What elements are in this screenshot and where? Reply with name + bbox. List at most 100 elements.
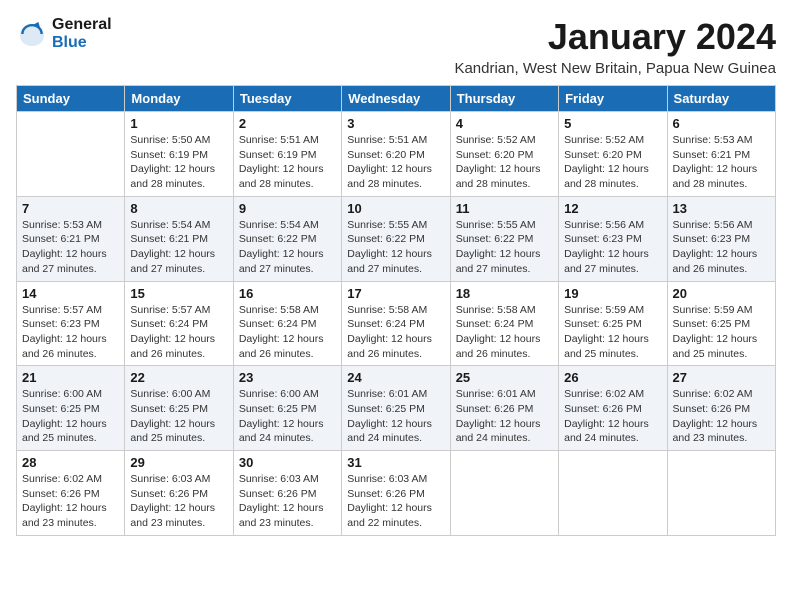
day-info: Sunrise: 5:56 AM Sunset: 6:23 PM Dayligh… — [673, 218, 770, 277]
day-info: Sunrise: 6:02 AM Sunset: 6:26 PM Dayligh… — [564, 387, 661, 446]
calendar-cell: 26 Sunrise: 6:02 AM Sunset: 6:26 PM Dayli… — [559, 366, 667, 451]
calendar-cell — [667, 451, 775, 536]
calendar-cell: 18Sunrise: 5:58 AM Sunset: 6:24 PM Dayli… — [450, 281, 558, 366]
day-number: 11 — [456, 201, 553, 216]
calendar-cell: 5 Sunrise: 5:52 AM Sunset: 6:20 PM Daylig… — [559, 112, 667, 197]
day-number: 20 — [673, 286, 770, 301]
calendar-cell: 4 Sunrise: 5:52 AM Sunset: 6:20 PM Daylig… — [450, 112, 558, 197]
day-number: 14 — [22, 286, 119, 301]
calendar-cell: 30 Sunrise: 6:03 AM Sunset: 6:26 PM Dayli… — [233, 451, 341, 536]
day-number: 1 — [130, 116, 227, 131]
day-info: Sunrise: 6:02 AM Sunset: 6:26 PM Dayligh… — [673, 387, 770, 446]
day-info: Sunrise: 5:50 AM Sunset: 6:19 PM Dayligh… — [130, 133, 227, 192]
day-number: 2 — [239, 116, 336, 131]
day-info: Sunrise: 5:59 AM Sunset: 6:25 PM Dayligh… — [673, 303, 770, 362]
logo-icon — [16, 18, 48, 50]
calendar-cell — [450, 451, 558, 536]
day-number: 15 — [130, 286, 227, 301]
day-info: Sunrise: 6:01 AM Sunset: 6:25 PM Dayligh… — [347, 387, 444, 446]
day-info: Sunrise: 5:58 AM Sunset: 6:24 PM Dayligh… — [347, 303, 444, 362]
calendar-cell — [559, 451, 667, 536]
calendar-cell: 24 Sunrise: 6:01 AM Sunset: 6:25 PM Dayli… — [342, 366, 450, 451]
day-info: Sunrise: 5:54 AM Sunset: 6:22 PM Dayligh… — [239, 218, 336, 277]
day-number: 31 — [347, 455, 444, 470]
day-number: 26 — [564, 370, 661, 385]
day-info: Sunrise: 5:51 AM Sunset: 6:20 PM Dayligh… — [347, 133, 444, 192]
day-number: 10 — [347, 201, 444, 216]
calendar-cell: 8 Sunrise: 5:54 AM Sunset: 6:21 PM Daylig… — [125, 196, 233, 281]
day-number: 19 — [564, 286, 661, 301]
calendar-week-row: 28Sunrise: 6:02 AM Sunset: 6:26 PM Dayli… — [17, 451, 776, 536]
day-number: 6 — [673, 116, 770, 131]
day-info: Sunrise: 5:52 AM Sunset: 6:20 PM Dayligh… — [564, 133, 661, 192]
day-number: 30 — [239, 455, 336, 470]
day-info: Sunrise: 5:52 AM Sunset: 6:20 PM Dayligh… — [456, 133, 553, 192]
day-info: Sunrise: 6:03 AM Sunset: 6:26 PM Dayligh… — [239, 472, 336, 531]
day-info: Sunrise: 6:02 AM Sunset: 6:26 PM Dayligh… — [22, 472, 119, 531]
calendar-cell: 25Sunrise: 6:01 AM Sunset: 6:26 PM Dayli… — [450, 366, 558, 451]
day-number: 13 — [673, 201, 770, 216]
calendar-cell: 14 Sunrise: 5:57 AM Sunset: 6:23 PM Dayli… — [17, 281, 125, 366]
calendar-cell: 17 Sunrise: 5:58 AM Sunset: 6:24 PM Dayli… — [342, 281, 450, 366]
day-info: Sunrise: 5:57 AM Sunset: 6:23 PM Dayligh… — [22, 303, 119, 362]
day-info: Sunrise: 5:54 AM Sunset: 6:21 PM Dayligh… — [130, 218, 227, 277]
calendar-cell: 1 Sunrise: 5:50 AM Sunset: 6:19 PM Daylig… — [125, 112, 233, 197]
day-header-monday: Monday — [125, 86, 233, 112]
day-number: 9 — [239, 201, 336, 216]
calendar-cell: 20 Sunrise: 5:59 AM Sunset: 6:25 PM Dayli… — [667, 281, 775, 366]
day-header-tuesday: Tuesday — [233, 86, 341, 112]
calendar-cell: 31 Sunrise: 6:03 AM Sunset: 6:26 PM Dayli… — [342, 451, 450, 536]
day-number: 27 — [673, 370, 770, 385]
calendar-week-row: 1 Sunrise: 5:50 AM Sunset: 6:19 PM Daylig… — [17, 112, 776, 197]
day-number: 3 — [347, 116, 444, 131]
logo-text: General Blue — [52, 16, 112, 52]
calendar-cell: 2 Sunrise: 5:51 AM Sunset: 6:19 PM Daylig… — [233, 112, 341, 197]
calendar-cell: 19 Sunrise: 5:59 AM Sunset: 6:25 PM Dayli… — [559, 281, 667, 366]
day-number: 17 — [347, 286, 444, 301]
day-header-wednesday: Wednesday — [342, 86, 450, 112]
calendar-cell: 22 Sunrise: 6:00 AM Sunset: 6:25 PM Dayli… — [125, 366, 233, 451]
day-info: Sunrise: 6:00 AM Sunset: 6:25 PM Dayligh… — [130, 387, 227, 446]
day-info: Sunrise: 6:03 AM Sunset: 6:26 PM Dayligh… — [347, 472, 444, 531]
day-header-sunday: Sunday — [17, 86, 125, 112]
calendar-cell: 6 Sunrise: 5:53 AM Sunset: 6:21 PM Daylig… — [667, 112, 775, 197]
day-number: 5 — [564, 116, 661, 131]
calendar-cell: 28Sunrise: 6:02 AM Sunset: 6:26 PM Dayli… — [17, 451, 125, 536]
day-info: Sunrise: 5:53 AM Sunset: 6:21 PM Dayligh… — [673, 133, 770, 192]
calendar-cell: 12 Sunrise: 5:56 AM Sunset: 6:23 PM Dayli… — [559, 196, 667, 281]
day-info: Sunrise: 6:00 AM Sunset: 6:25 PM Dayligh… — [22, 387, 119, 446]
day-info: Sunrise: 5:53 AM Sunset: 6:21 PM Dayligh… — [22, 218, 119, 277]
day-info: Sunrise: 5:56 AM Sunset: 6:23 PM Dayligh… — [564, 218, 661, 277]
day-number: 23 — [239, 370, 336, 385]
day-header-friday: Friday — [559, 86, 667, 112]
day-info: Sunrise: 6:03 AM Sunset: 6:26 PM Dayligh… — [130, 472, 227, 531]
day-number: 12 — [564, 201, 661, 216]
calendar-cell: 9 Sunrise: 5:54 AM Sunset: 6:22 PM Daylig… — [233, 196, 341, 281]
day-info: Sunrise: 5:51 AM Sunset: 6:19 PM Dayligh… — [239, 133, 336, 192]
day-number: 8 — [130, 201, 227, 216]
calendar-week-row: 21 Sunrise: 6:00 AM Sunset: 6:25 PM Dayli… — [17, 366, 776, 451]
calendar-header-row: SundayMondayTuesdayWednesdayThursdayFrid… — [17, 86, 776, 112]
day-number: 21 — [22, 370, 119, 385]
calendar-week-row: 7 Sunrise: 5:53 AM Sunset: 6:21 PM Daylig… — [17, 196, 776, 281]
calendar-cell: 11Sunrise: 5:55 AM Sunset: 6:22 PM Dayli… — [450, 196, 558, 281]
month-title: January 2024 — [454, 16, 776, 58]
day-number: 16 — [239, 286, 336, 301]
location-subtitle: Kandrian, West New Britain, Papua New Gu… — [454, 60, 776, 77]
day-header-saturday: Saturday — [667, 86, 775, 112]
title-section: January 2024 Kandrian, West New Britain,… — [454, 16, 776, 77]
day-number: 4 — [456, 116, 553, 131]
calendar-cell: 16 Sunrise: 5:58 AM Sunset: 6:24 PM Dayli… — [233, 281, 341, 366]
day-info: Sunrise: 5:57 AM Sunset: 6:24 PM Dayligh… — [130, 303, 227, 362]
day-number: 22 — [130, 370, 227, 385]
day-number: 29 — [130, 455, 227, 470]
day-info: Sunrise: 5:58 AM Sunset: 6:24 PM Dayligh… — [239, 303, 336, 362]
day-number: 7 — [22, 201, 119, 216]
calendar-cell: 27 Sunrise: 6:02 AM Sunset: 6:26 PM Dayli… — [667, 366, 775, 451]
calendar-cell: 3 Sunrise: 5:51 AM Sunset: 6:20 PM Daylig… — [342, 112, 450, 197]
day-info: Sunrise: 5:55 AM Sunset: 6:22 PM Dayligh… — [347, 218, 444, 277]
logo: General Blue — [16, 16, 112, 52]
calendar-cell — [17, 112, 125, 197]
day-number: 24 — [347, 370, 444, 385]
day-info: Sunrise: 5:59 AM Sunset: 6:25 PM Dayligh… — [564, 303, 661, 362]
